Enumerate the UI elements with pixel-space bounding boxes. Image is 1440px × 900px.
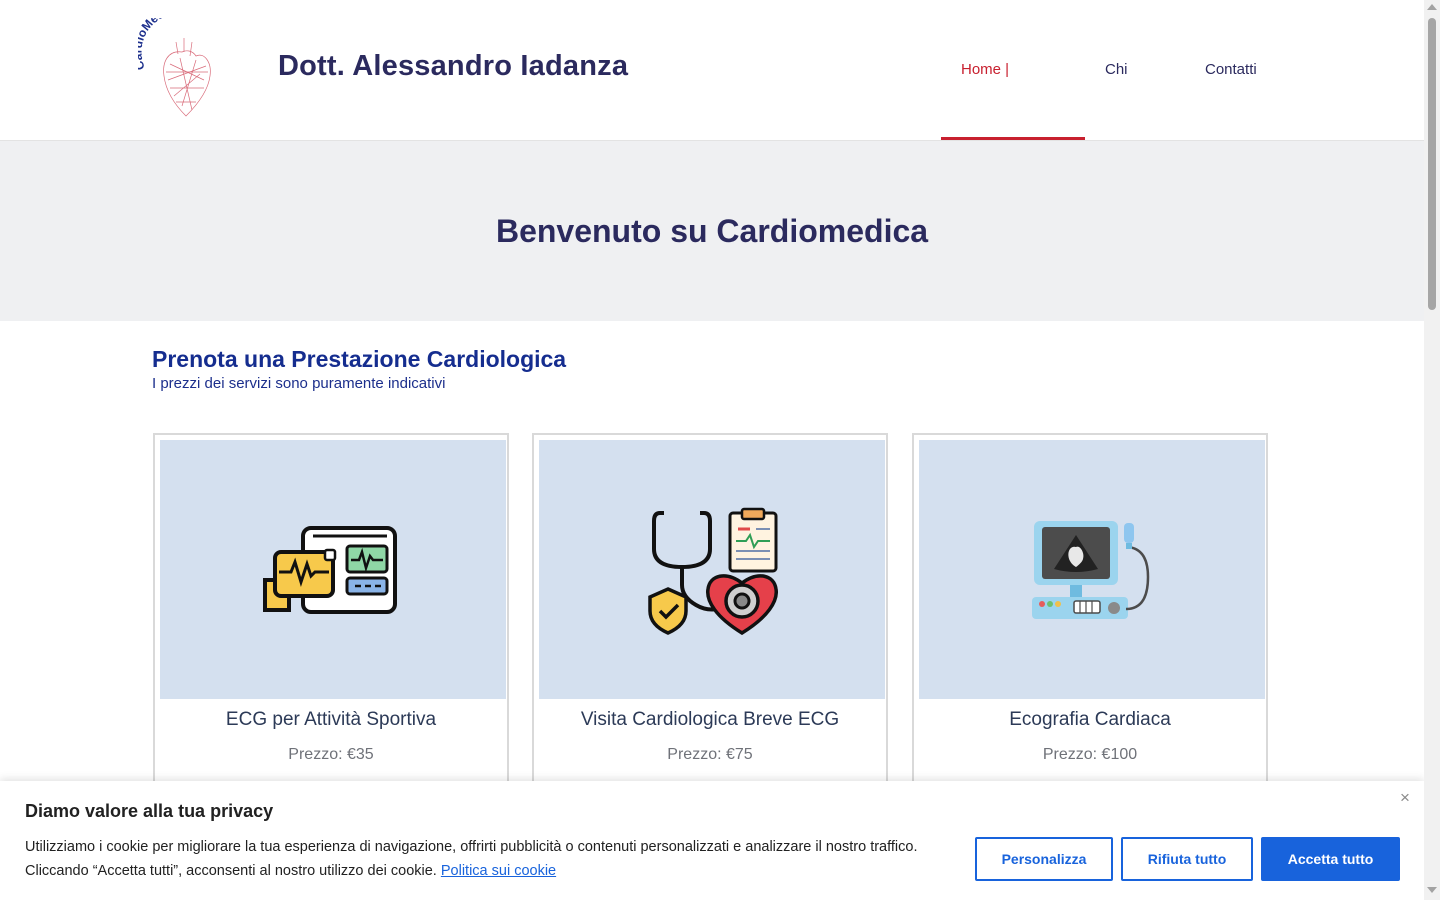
- card-image: [539, 440, 885, 699]
- card-title: ECG per Attività Sportiva: [225, 709, 437, 730]
- service-card-ecg-sportiva[interactable]: ECG per Attività Sportiva Prezzo: €35: [153, 433, 509, 813]
- nav-home-prenota[interactable]: Home | Prenota: [961, 0, 1014, 218]
- active-nav-indicator: [941, 137, 1085, 140]
- accept-all-button[interactable]: Accetta tutto: [1261, 837, 1400, 881]
- cookie-consent-banner: Diamo valore alla tua privacy × Utilizzi…: [0, 781, 1424, 900]
- card-image: [160, 440, 506, 699]
- heart-logo-icon: [163, 38, 211, 117]
- card-price: Prezzo: €35: [288, 746, 374, 763]
- hero-title: Benvenuto su Cardiomedica: [495, 213, 929, 249]
- card-title: Visita Cardiologica Breve ECG: [580, 709, 840, 730]
- card-title: Ecografia Cardiaca: [1009, 709, 1171, 730]
- service-card-visita-ecg[interactable]: Visita Cardiologica Breve ECG Prezzo: €7…: [532, 433, 888, 813]
- logo-text: CardioMedica: [130, 2, 182, 71]
- scroll-up-arrow-icon[interactable]: [1427, 4, 1437, 10]
- page: CardioMedica Dott. Alessandro Iadanza Ho…: [0, 0, 1424, 900]
- stethoscope-heart-icon: [648, 507, 778, 635]
- section-subtitle: I prezzi dei servizi sono puramente indi…: [152, 375, 446, 392]
- card-price: Prezzo: €100: [1042, 746, 1138, 763]
- vertical-scrollbar[interactable]: [1424, 0, 1440, 900]
- ultrasound-machine-icon: [1032, 520, 1150, 619]
- svg-text:CardioMedica: CardioMedica: [138, 18, 182, 72]
- cookie-description: Utilizziamo i cookie per migliorare la t…: [25, 835, 965, 883]
- scroll-down-arrow-icon[interactable]: [1427, 887, 1437, 893]
- ecg-monitor-icon: [263, 525, 397, 614]
- cookie-title: Diamo valore alla tua privacy: [25, 801, 274, 821]
- nav-chi-sono[interactable]: Chi Sono: [1105, 0, 1140, 218]
- scrollbar-thumb[interactable]: [1428, 18, 1436, 310]
- card-price: Prezzo: €75: [667, 746, 753, 763]
- cardiomedica-logo[interactable]: CardioMedica: [130, 2, 220, 122]
- service-card-ecografia[interactable]: Ecografia Cardiaca Prezzo: €100: [912, 433, 1268, 813]
- reject-all-button[interactable]: Rifiuta tutto: [1121, 837, 1253, 881]
- customize-button[interactable]: Personalizza: [975, 837, 1113, 881]
- nav-contatti[interactable]: Contatti: [1205, 0, 1257, 140]
- site-header: CardioMedica Dott. Alessandro Iadanza Ho…: [0, 0, 1424, 218]
- cookie-policy-link[interactable]: Politica sui cookie: [441, 863, 556, 879]
- hero-banner: Benvenuto su Cardiomedica: [0, 141, 1424, 321]
- site-title[interactable]: Dott. Alessandro Iadanza: [278, 50, 628, 83]
- close-icon[interactable]: ×: [1396, 789, 1414, 807]
- card-image: [919, 440, 1265, 699]
- section-title: Prenota una Prestazione Cardiologica: [152, 346, 567, 372]
